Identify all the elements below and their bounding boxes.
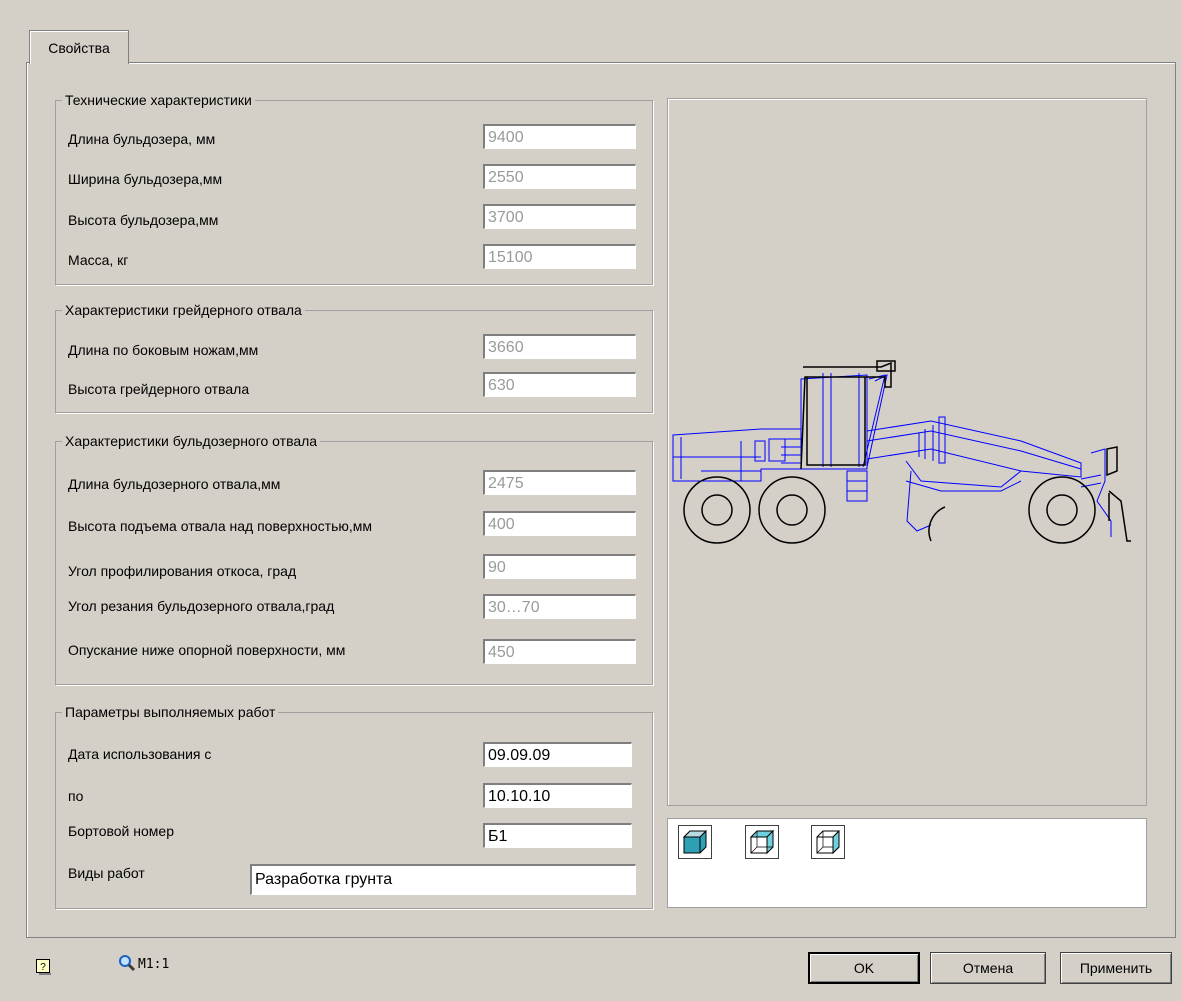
- side-knives-field[interactable]: 3660: [483, 334, 636, 359]
- grader-height-label: Высота грейдерного отвала: [68, 381, 250, 397]
- grader-height-field[interactable]: 630: [483, 372, 636, 397]
- apply-button[interactable]: Применить: [1060, 952, 1172, 984]
- date-to-label: по: [68, 788, 84, 804]
- lift-height-field[interactable]: 400: [483, 511, 636, 536]
- width-label: Ширина бульдозера,мм: [68, 171, 223, 187]
- cutting-angle-label: Угол резания бульдозерного отвала,град: [68, 598, 335, 614]
- tab-properties-label: Свойства: [48, 39, 110, 56]
- motor-grader-drawing: [672, 360, 1131, 544]
- mass-field[interactable]: 15100: [483, 244, 636, 269]
- height-label: Высота бульдозера,мм: [68, 212, 219, 228]
- group-work-legend: Параметры выполняемых работ: [65, 704, 276, 720]
- lowering-label: Опускание ниже опорной поверхности, мм: [68, 642, 346, 658]
- magnifier-icon[interactable]: [118, 954, 136, 972]
- dozer-length-field[interactable]: 2475: [483, 470, 636, 495]
- length-field[interactable]: 9400: [483, 124, 636, 149]
- scale-label[interactable]: M1:1: [138, 957, 169, 972]
- slope-angle-label: Угол профилирования откоса, град: [68, 563, 297, 579]
- svg-text:?: ?: [40, 962, 46, 973]
- ok-button[interactable]: OK: [808, 952, 920, 984]
- board-number-field[interactable]: Б1: [483, 823, 632, 848]
- date-from-label: Дата использования с: [68, 746, 212, 762]
- mass-label: Масса, кг: [68, 252, 129, 268]
- group-dozer-legend: Характеристики бульдозерного отвала: [65, 433, 318, 449]
- group-grader-legend: Характеристики грейдерного отвала: [65, 302, 302, 318]
- slope-angle-field[interactable]: 90: [483, 554, 636, 579]
- work-kinds-label: Виды работ: [68, 865, 145, 881]
- lowering-field[interactable]: 450: [483, 639, 636, 664]
- side-knives-label: Длина по боковым ножам,мм: [68, 342, 259, 358]
- cancel-button[interactable]: Отмена: [930, 952, 1046, 984]
- shaded-wire-cube-icon[interactable]: [745, 825, 779, 859]
- height-field[interactable]: 3700: [483, 204, 636, 229]
- lift-height-label: Высота подъема отвала над поверхностью,м…: [68, 518, 373, 534]
- solid-cube-icon[interactable]: [678, 825, 712, 859]
- machine-preview: [667, 98, 1147, 806]
- help-icon[interactable]: ?: [36, 959, 52, 975]
- width-field[interactable]: 2550: [483, 164, 636, 189]
- length-label: Длина бульдозера, мм: [68, 131, 216, 147]
- group-technical-legend: Технические характеристики: [65, 92, 252, 108]
- cutting-angle-field[interactable]: 30…70: [483, 594, 636, 619]
- date-from-field[interactable]: 09.09.09: [483, 742, 632, 767]
- board-number-label: Бортовой номер: [68, 823, 174, 839]
- tab-properties[interactable]: Свойства: [29, 30, 129, 64]
- dozer-length-label: Длина бульдозерного отвала,мм: [68, 476, 281, 492]
- work-kinds-field[interactable]: Разработка грунта: [250, 864, 636, 895]
- wire-cube-icon[interactable]: [811, 825, 845, 859]
- date-to-field[interactable]: 10.10.10: [483, 783, 632, 808]
- view-style-bar: [667, 818, 1147, 908]
